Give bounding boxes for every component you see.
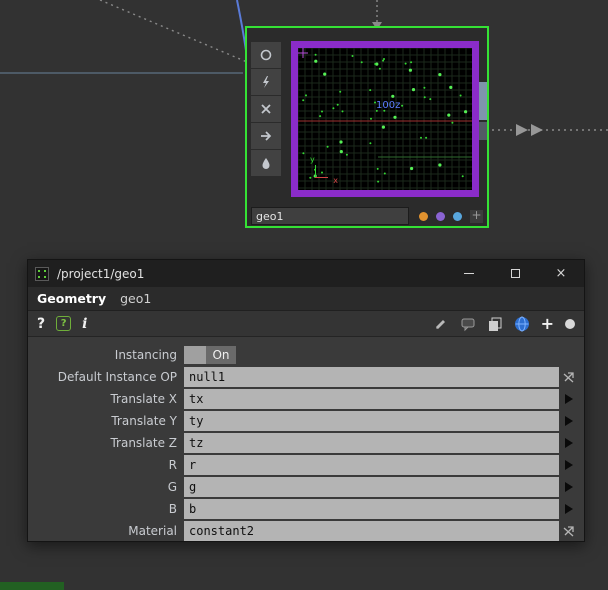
flow-arrow-icon bbox=[516, 124, 528, 136]
display-ring-icon[interactable] bbox=[251, 42, 281, 68]
param-input-translate-x[interactable] bbox=[184, 389, 559, 409]
parameter-toolbar: ? ? i + bbox=[28, 311, 584, 337]
expand-arrow-icon[interactable] bbox=[560, 433, 578, 453]
parameter-row: Translate Z bbox=[34, 433, 578, 453]
parameter-row: Material bbox=[34, 521, 578, 541]
viewer-overlay-label: 100z bbox=[376, 100, 401, 111]
operator-family: Geometry bbox=[37, 291, 107, 306]
parameter-control: On bbox=[184, 345, 578, 365]
node-viewer[interactable]: 100z y x bbox=[298, 48, 472, 190]
node-viewer-toolbar bbox=[251, 42, 281, 177]
parameter-label: B bbox=[168, 502, 177, 516]
parameter-label: Material bbox=[128, 524, 177, 538]
flow-arrow-icon bbox=[531, 124, 543, 136]
palette-dot[interactable] bbox=[453, 211, 462, 221]
close-icon: × bbox=[555, 266, 567, 281]
add-palette-icon[interactable]: + bbox=[470, 209, 483, 223]
parameter-window[interactable]: /project1/geo1 × Geometry geo1 ? ? i + I… bbox=[27, 259, 585, 542]
param-input-g[interactable] bbox=[184, 477, 559, 497]
network-canvas[interactable]: 100z y x + /project1/geo bbox=[0, 0, 608, 590]
minimize-button[interactable] bbox=[446, 260, 492, 287]
operator-name: geo1 bbox=[120, 291, 152, 306]
window-title: /project1/geo1 bbox=[57, 266, 145, 281]
help-icon[interactable]: ? bbox=[37, 316, 45, 332]
comment-icon[interactable] bbox=[460, 316, 476, 332]
parameter-row: Instancing On bbox=[34, 345, 578, 365]
add-icon[interactable]: + bbox=[541, 314, 554, 333]
arrow-right-icon[interactable] bbox=[251, 123, 281, 149]
palette-dot[interactable] bbox=[436, 211, 445, 221]
param-input-translate-z[interactable] bbox=[184, 433, 559, 453]
expand-arrow-icon[interactable] bbox=[560, 499, 578, 519]
pivot-cross-icon bbox=[298, 48, 308, 58]
droplet-icon[interactable] bbox=[251, 150, 281, 176]
parameter-control bbox=[184, 367, 578, 387]
parameter-control bbox=[184, 499, 578, 519]
window-titlebar[interactable]: /project1/geo1 × bbox=[28, 260, 584, 287]
cook-lightning-icon[interactable] bbox=[251, 69, 281, 95]
parameter-label: Instancing bbox=[114, 348, 177, 362]
parameter-control bbox=[184, 433, 578, 453]
parameter-row: Translate Y bbox=[34, 411, 578, 431]
parameter-label: Translate Y bbox=[111, 414, 177, 428]
python-help-icon[interactable]: ? bbox=[56, 316, 72, 331]
parameter-label: Translate Z bbox=[110, 436, 177, 450]
parameter-control bbox=[184, 389, 578, 409]
maximize-button[interactable] bbox=[492, 260, 538, 287]
expand-arrow-icon[interactable] bbox=[560, 455, 578, 475]
app-icon bbox=[35, 266, 49, 281]
maximize-icon bbox=[510, 269, 520, 278]
bottom-green-strip bbox=[0, 582, 64, 590]
instancing-toggle[interactable]: On bbox=[184, 346, 236, 364]
parameter-row: G bbox=[34, 477, 578, 497]
param-input-r[interactable] bbox=[184, 455, 559, 475]
node-palette-dots: + bbox=[419, 209, 483, 223]
geo1-node[interactable]: 100z y x + bbox=[245, 26, 489, 228]
parameter-label: Translate X bbox=[110, 392, 177, 406]
parameter-control bbox=[184, 411, 578, 431]
axis-x-label: x bbox=[333, 176, 338, 185]
parameter-row: R bbox=[34, 455, 578, 475]
minimize-icon bbox=[464, 273, 474, 274]
parameter-row: Translate X bbox=[34, 389, 578, 409]
axis-gizmo: y x bbox=[308, 155, 338, 185]
palette-dot[interactable] bbox=[419, 211, 428, 221]
param-input-translate-y[interactable] bbox=[184, 411, 559, 431]
parameter-row: B bbox=[34, 499, 578, 519]
record-circle-icon[interactable] bbox=[565, 318, 575, 329]
expand-arrow-icon[interactable] bbox=[560, 411, 578, 431]
param-input-b[interactable] bbox=[184, 499, 559, 519]
parameter-row: Default Instance OP bbox=[34, 367, 578, 387]
edit-pencil-icon[interactable] bbox=[433, 316, 449, 332]
parameter-control bbox=[184, 521, 578, 541]
close-button[interactable]: × bbox=[538, 260, 584, 287]
node-name-input[interactable] bbox=[251, 207, 409, 225]
axis-y-label: y bbox=[310, 155, 315, 164]
operator-header: Geometry geo1 bbox=[28, 287, 584, 311]
close-x-icon[interactable] bbox=[251, 96, 281, 122]
globe-icon[interactable] bbox=[514, 316, 530, 332]
op-pick-icon[interactable] bbox=[560, 521, 578, 541]
node-namebar: + bbox=[251, 206, 487, 226]
parameter-label: R bbox=[168, 458, 177, 472]
parameter-control bbox=[184, 455, 578, 475]
node-viewer-frame: 100z y x bbox=[291, 41, 479, 197]
parameter-label: Default Instance OP bbox=[57, 370, 177, 384]
copy-parameters-icon[interactable] bbox=[487, 316, 503, 332]
info-icon[interactable]: i bbox=[82, 316, 87, 332]
param-input-default-instance-op[interactable] bbox=[184, 367, 559, 387]
op-pick-icon[interactable] bbox=[560, 367, 578, 387]
param-input-material[interactable] bbox=[184, 521, 559, 541]
expand-arrow-icon[interactable] bbox=[560, 477, 578, 497]
parameter-label: G bbox=[167, 480, 177, 494]
expand-arrow-icon[interactable] bbox=[560, 389, 578, 409]
parameter-control bbox=[184, 477, 578, 497]
parameter-list: Instancing On Default Instance OP Transl… bbox=[28, 337, 584, 541]
